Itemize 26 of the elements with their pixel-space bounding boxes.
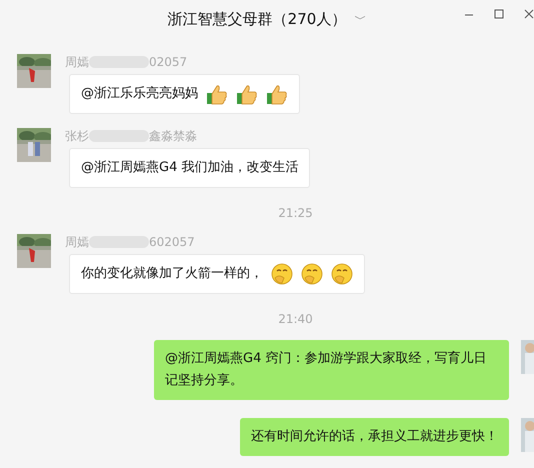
thumbs-up-icon (266, 83, 288, 105)
dropdown-toggle[interactable]: ﹀ (354, 10, 366, 28)
timestamp: 21:25 (277, 206, 313, 220)
maximize-icon[interactable] (494, 9, 504, 19)
message-bubble: @浙江周嫣燕G4 窍门：参加游学跟大家取经，写育儿日记坚持分享。 (154, 340, 509, 400)
sender-name: 张杉 (65, 128, 89, 144)
sender-name: 鑫淼禁淼 (149, 128, 197, 144)
thinking-face-icon (331, 263, 353, 285)
message-bubble: 你的变化就像加了火箭一样的， (69, 254, 365, 294)
avatar[interactable] (17, 234, 51, 268)
message-bubble: @浙江乐乐亮亮妈妈 (69, 74, 300, 114)
thumbs-up-icon (206, 83, 228, 105)
sender-name: 周嫣 (65, 234, 89, 250)
sender-name: 周嫣 (65, 54, 89, 70)
timestamp: 21:40 (277, 312, 313, 326)
sender-name: 02057 (149, 55, 188, 69)
thinking-face-icon (271, 263, 293, 285)
close-icon[interactable] (524, 9, 534, 19)
thinking-face-icon (301, 263, 323, 285)
message-bubble: @浙江周嫣燕G4 我们加油，改变生活 (69, 148, 310, 188)
avatar[interactable] (17, 128, 51, 162)
sender-name: 602057 (149, 235, 195, 249)
message-bubble: 还有时间允许的话，承担义工就进步更快！ (240, 418, 509, 456)
thumbs-up-icon (236, 83, 258, 105)
window-title: 浙江智慧父母群（270人） (168, 10, 346, 28)
avatar[interactable] (17, 54, 51, 88)
